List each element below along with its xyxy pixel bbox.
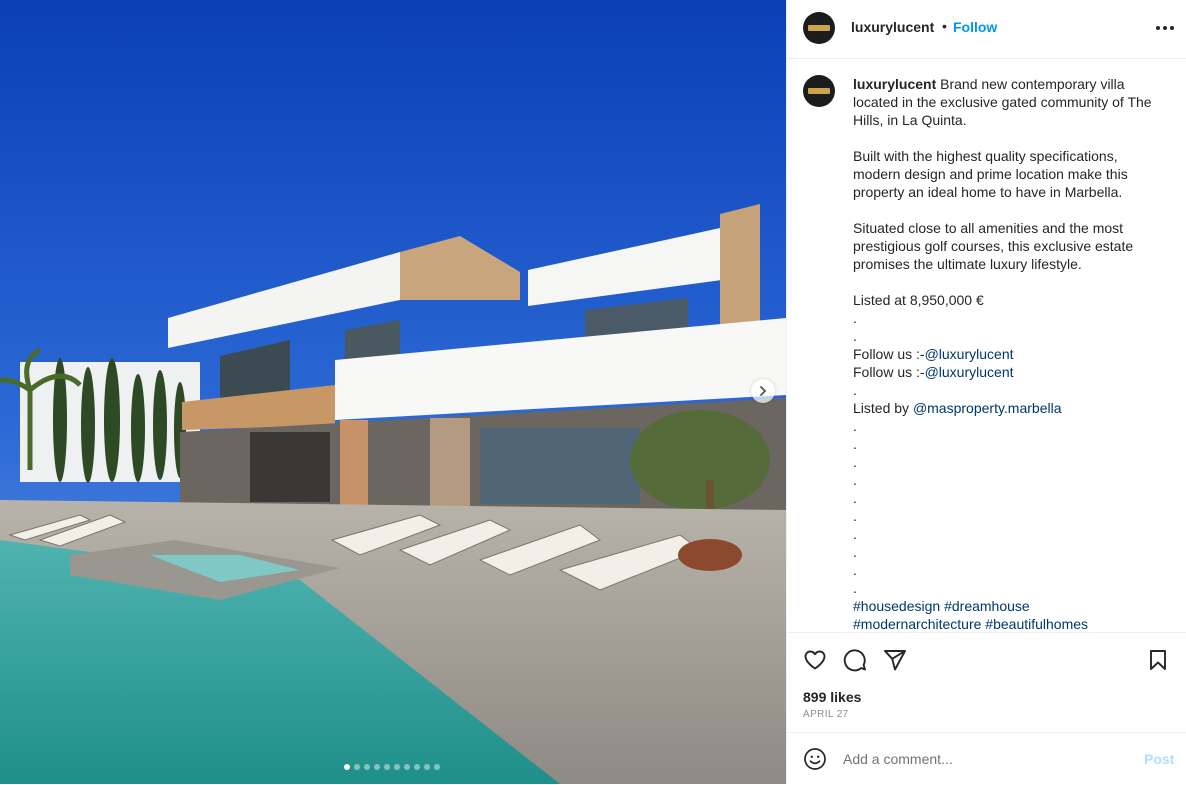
caption-text: luxurylucent Brand new contemporary vill… bbox=[853, 75, 1153, 632]
share-button[interactable] bbox=[882, 647, 908, 673]
post-header: luxurylucent • Follow bbox=[787, 0, 1186, 59]
bookmark-icon bbox=[1150, 650, 1166, 670]
post-date[interactable]: APRIL 27 bbox=[803, 709, 849, 720]
hashtag-link[interactable]: #modernarchitecture bbox=[853, 616, 981, 632]
more-icon bbox=[1156, 26, 1174, 30]
caption-paragraph-3: Situated close to all amenities and the … bbox=[853, 220, 1134, 272]
caption-price: Listed at 8,950,000 € bbox=[853, 292, 984, 308]
emoji-button[interactable] bbox=[803, 747, 827, 771]
caption-dot: . bbox=[853, 472, 857, 488]
avatar[interactable] bbox=[803, 12, 835, 44]
emoji-icon bbox=[804, 748, 826, 770]
caption-dot: . bbox=[853, 526, 857, 542]
caption-dot: . bbox=[853, 562, 857, 578]
caption-dot: . bbox=[853, 454, 857, 470]
follow-us-text: Follow us :- bbox=[853, 346, 925, 362]
share-icon bbox=[884, 650, 906, 671]
carousel-dot bbox=[384, 764, 390, 770]
post-media[interactable] bbox=[0, 0, 786, 784]
separator-dot: • bbox=[942, 18, 947, 34]
caption-dot: . bbox=[853, 418, 857, 434]
hashtag-link[interactable]: #beautifulhomes bbox=[985, 616, 1088, 632]
caption-dot: . bbox=[853, 328, 857, 344]
mention-link[interactable]: @luxurylucent bbox=[925, 364, 1014, 380]
heart-icon bbox=[804, 650, 826, 670]
comment-button[interactable] bbox=[842, 647, 868, 673]
username-link[interactable]: luxurylucent bbox=[851, 19, 934, 35]
comment-input[interactable] bbox=[843, 748, 1123, 770]
hashtag-link[interactable]: #housedesign bbox=[853, 598, 940, 614]
carousel-dot bbox=[374, 764, 380, 770]
like-button[interactable] bbox=[802, 647, 828, 673]
more-options-button[interactable] bbox=[1153, 16, 1177, 40]
listed-by-text: Listed by bbox=[853, 400, 913, 416]
post-side-panel: luxurylucent • Follow luxurylucent Brand… bbox=[786, 0, 1186, 784]
follow-button[interactable]: Follow bbox=[953, 19, 997, 35]
follow-us-text: Follow us :- bbox=[853, 364, 925, 380]
save-button[interactable] bbox=[1145, 647, 1171, 673]
hashtag-link[interactable]: #dreamhouse bbox=[944, 598, 1030, 614]
carousel-indicator bbox=[344, 764, 440, 770]
next-image-button[interactable] bbox=[751, 379, 775, 403]
post-actions: 899 likes APRIL 27 bbox=[787, 632, 1186, 733]
post-viewer: luxurylucent • Follow luxurylucent Brand… bbox=[0, 0, 1186, 784]
caption-dot: . bbox=[853, 382, 857, 398]
carousel-dot bbox=[404, 764, 410, 770]
carousel-dot bbox=[344, 764, 350, 770]
mention-link[interactable]: @masproperty.marbella bbox=[913, 400, 1062, 416]
avatar[interactable] bbox=[803, 75, 835, 107]
caption-area[interactable]: luxurylucent Brand new contemporary vill… bbox=[787, 59, 1186, 632]
post-comment-button[interactable]: Post bbox=[1144, 751, 1174, 767]
carousel-dot bbox=[394, 764, 400, 770]
comment-bar: Post bbox=[787, 732, 1186, 785]
caption-dot: . bbox=[853, 436, 857, 452]
comment-icon bbox=[843, 649, 866, 672]
like-count[interactable]: 899 likes bbox=[803, 689, 861, 705]
caption-dot: . bbox=[853, 544, 857, 560]
caption-paragraph-2: Built with the highest quality specifica… bbox=[853, 148, 1128, 200]
carousel-dot bbox=[364, 764, 370, 770]
caption-dot: . bbox=[853, 508, 857, 524]
caption-username[interactable]: luxurylucent bbox=[853, 76, 936, 92]
carousel-dot bbox=[354, 764, 360, 770]
mention-link[interactable]: @luxurylucent bbox=[925, 346, 1014, 362]
caption-dot: . bbox=[853, 580, 857, 596]
caption-dot: . bbox=[853, 490, 857, 506]
chevron-right-icon bbox=[760, 386, 767, 396]
carousel-dot bbox=[414, 764, 420, 770]
carousel-dot bbox=[424, 764, 430, 770]
caption-dot: . bbox=[853, 310, 857, 326]
carousel-dot bbox=[434, 764, 440, 770]
villa-photo bbox=[0, 0, 786, 784]
